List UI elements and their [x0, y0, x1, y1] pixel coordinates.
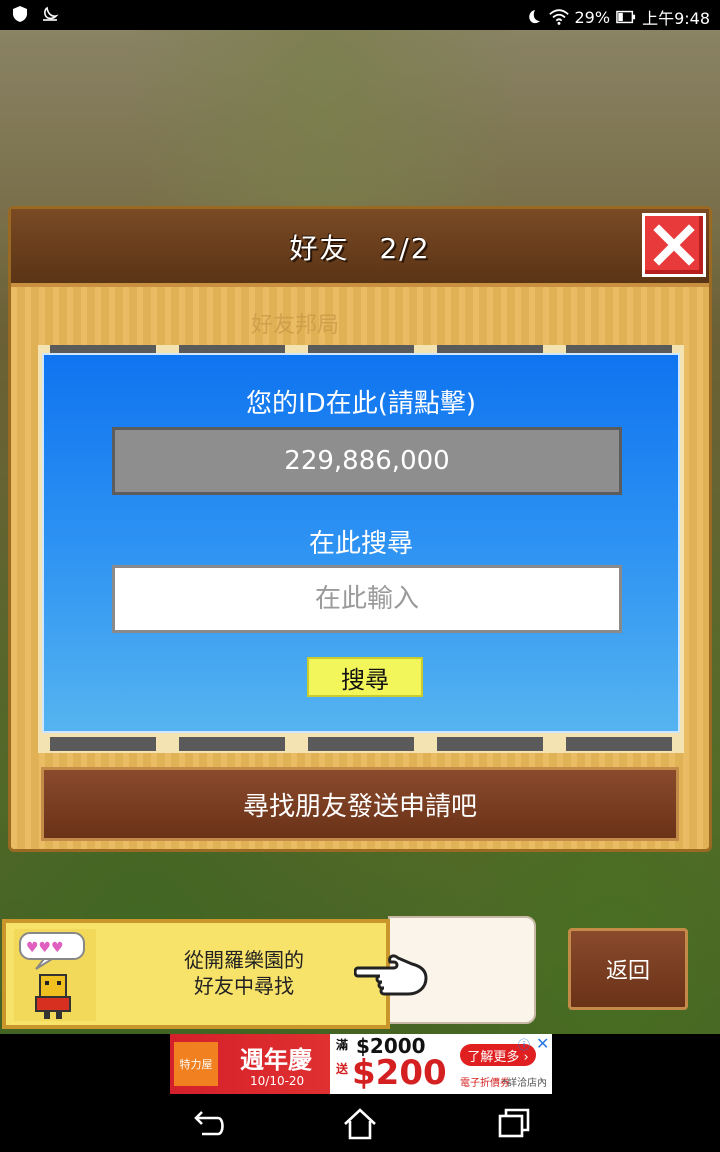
close-button[interactable]	[642, 213, 706, 277]
ad-close-icon[interactable]: ✕	[536, 1034, 549, 1053]
robot-mascot-icon: ♥♥♥	[19, 932, 85, 1019]
pointing-hand-icon	[353, 950, 430, 998]
ad-left-panel: 特力屋 週年慶 10/10-20	[170, 1034, 330, 1094]
ad-gift-amount: $200	[352, 1053, 447, 1093]
ad-info-icon[interactable]: ⓘ	[518, 1036, 530, 1053]
ad-banner[interactable]: 特力屋 週年慶 10/10-20 滿 $2000 送 $200 了解更多 › 電…	[170, 1034, 552, 1094]
search-button[interactable]: 搜尋	[307, 657, 423, 697]
your-id-label: 您的ID在此(請點擊)	[246, 389, 476, 419]
ad-date: 10/10-20	[250, 1074, 305, 1088]
shield-icon	[10, 4, 30, 24]
return-button[interactable]: 返回	[568, 928, 688, 1010]
moon-icon	[523, 7, 543, 27]
dialog-header: 好友 2/2	[11, 209, 709, 287]
search-input[interactable]	[112, 565, 622, 633]
home-nav-icon[interactable]	[340, 1104, 380, 1144]
panel-bottom-strip	[38, 737, 684, 751]
hint-line-1: 從開羅樂園的	[184, 948, 304, 972]
ad-note: *詳洽店內	[502, 1078, 547, 1089]
svg-text:♥♥♥: ♥♥♥	[26, 940, 64, 956]
ad-right-panel: 滿 $2000 送 $200 了解更多 › 電子折價券 *詳洽店內 ⓘ ✕	[330, 1034, 552, 1094]
avatar: ♥♥♥	[14, 929, 96, 1021]
dialog-title: 好友 2/2	[289, 232, 431, 265]
ad-song-label: 送	[336, 1062, 349, 1076]
ad-man-label: 滿	[336, 1038, 349, 1052]
close-icon	[653, 224, 695, 266]
hint-line-2: 好友中尋找	[194, 974, 294, 998]
hint-box[interactable]: ♥♥♥ 從開羅樂園的 好友中尋找	[2, 919, 390, 1029]
battery-icon	[616, 7, 636, 27]
your-id-value[interactable]: 229,886,000	[112, 427, 622, 495]
faded-background-label: 好友邦局	[251, 313, 340, 338]
status-bar: 29% 上午9:48	[0, 0, 720, 30]
system-nav-bar	[0, 1096, 720, 1152]
send-request-button[interactable]: 尋找朋友發送申請吧	[41, 767, 679, 841]
ad-logo: 特力屋	[174, 1042, 218, 1086]
recents-nav-icon[interactable]	[494, 1104, 534, 1144]
clock: 上午9:48	[642, 9, 710, 28]
back-nav-icon[interactable]	[188, 1104, 228, 1144]
battery-percent: 29%	[574, 7, 611, 27]
moon-hat-icon	[40, 4, 60, 24]
id-search-panel: 您的ID在此(請點擊) 229,886,000 在此搜尋 搜尋	[38, 345, 684, 753]
search-label: 在此搜尋	[308, 529, 413, 559]
wifi-icon	[548, 7, 569, 27]
friends-dialog: 好友 2/2 好友邦局 您的ID在此(請點擊) 229,886,000 在此搜尋…	[8, 206, 712, 852]
ad-title: 週年慶	[240, 1046, 312, 1074]
ad-area: 特力屋 週年慶 10/10-20 滿 $2000 送 $200 了解更多 › 電…	[0, 1034, 720, 1096]
blue-panel: 您的ID在此(請點擊) 229,886,000 在此搜尋 搜尋	[42, 353, 680, 733]
hint-text: 從開羅樂園的 好友中尋找	[134, 947, 354, 999]
